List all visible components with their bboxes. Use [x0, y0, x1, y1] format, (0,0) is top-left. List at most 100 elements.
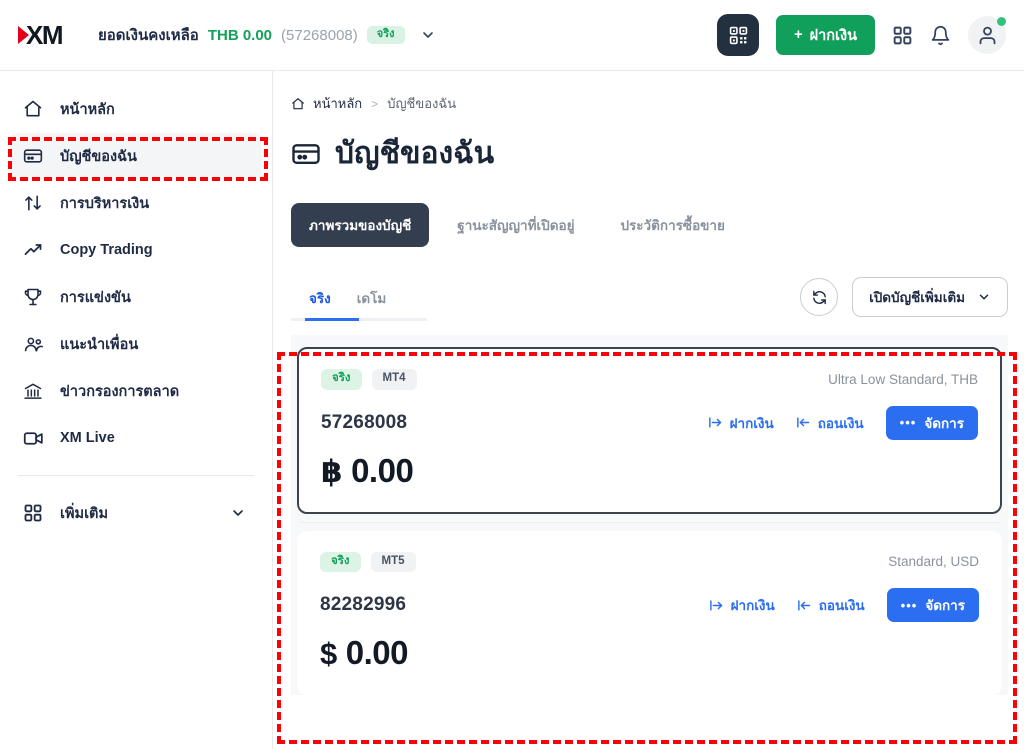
sidebar-item-refer-a-friend[interactable]: แนะนำเพื่อน: [10, 321, 262, 367]
trophy-icon: [22, 287, 44, 307]
account-balance: ฿ 0.00: [321, 452, 978, 490]
notification-bell-icon[interactable]: [930, 25, 951, 46]
sidebar-item-competitions[interactable]: การแข่งขัน: [10, 274, 262, 320]
transfer-arrows-icon: [22, 193, 44, 213]
sidebar-item-more[interactable]: เพิ่มเติม: [10, 490, 262, 536]
account-number-row: 57268008 ฝากเงิน ถอนเงิน ••• จัดการ: [321, 405, 978, 440]
account-card[interactable]: จริง MT5 Standard, USD 82282996 ฝากเงิน: [297, 530, 1002, 695]
subtab-demo[interactable]: เดโม: [357, 287, 387, 321]
balance-label: ยอดเงินคงเหลือ: [98, 27, 199, 44]
qr-code-icon[interactable]: [717, 14, 760, 56]
manage-button-label: จัดการ: [925, 598, 965, 613]
deposit-link-label: ฝากเงิน: [730, 598, 775, 613]
subtab-group: จริง เดโม: [291, 287, 427, 321]
arrow-out-icon: [797, 598, 812, 613]
credit-card-icon: [22, 146, 44, 166]
ellipsis-icon: •••: [899, 415, 917, 430]
tab-bar: ภาพรวมของบัญชี ฐานะสัญญาที่เปิดอยู่ ประว…: [291, 203, 1008, 247]
account-actions: ฝากเงิน ถอนเงิน ••• จัดการ: [709, 588, 979, 622]
breadcrumb: หน้าหลัก > บัญชีของฉัน: [291, 93, 1008, 114]
sidebar-item-label: Copy Trading: [60, 242, 153, 258]
subtab-active-indicator: [305, 318, 359, 321]
sidebar-item-home[interactable]: หน้าหลัก: [10, 86, 262, 132]
balance-account-badge: จริง: [366, 26, 405, 44]
account-number: 57268008: [321, 411, 408, 433]
subtab-row: จริง เดโม เปิดบัญชีเพิ่มเติม: [291, 277, 1008, 321]
arrow-out-icon: [796, 415, 811, 430]
manage-button[interactable]: ••• จัดการ: [885, 405, 978, 440]
plus-icon: +: [794, 27, 803, 43]
account-number: 82282996: [320, 594, 407, 615]
sidebar-item-label: การบริหารเงิน: [60, 195, 150, 212]
account-actions: ฝากเงิน ถอนเงิน ••• จัดการ: [708, 405, 978, 440]
withdraw-link[interactable]: ถอนเงิน: [796, 412, 864, 434]
sidebar-item-label: การแข่งขัน: [60, 289, 131, 306]
balance-amount: THB 0.00: [207, 26, 273, 44]
account-number-row: 82282996 ฝากเงิน ถอนเงิน ••• จัดการ: [320, 588, 979, 622]
sidebar-item-label: บัญชีของฉัน: [60, 148, 137, 165]
video-camera-icon: [22, 428, 44, 449]
arrow-into-icon: [708, 415, 723, 430]
sidebar-item-label: XM Live: [60, 430, 115, 446]
deposit-link[interactable]: ฝากเงิน: [708, 412, 774, 434]
deposit-link[interactable]: ฝากเงิน: [709, 594, 775, 616]
xm-logo[interactable]: XM: [18, 20, 64, 50]
app-root: XM ยอดเงินคงเหลือ THB 0.00 (57268008) จร…: [0, 0, 1024, 749]
chevron-down-icon: [230, 505, 246, 521]
sidebar-item-copy-trading[interactable]: Copy Trading: [10, 227, 262, 273]
open-account-label: เปิดบัญชีเพิ่มเติม: [869, 290, 965, 305]
breadcrumb-home[interactable]: หน้าหลัก: [291, 93, 362, 114]
account-card[interactable]: จริง MT4 Ultra Low Standard, THB 5726800…: [297, 347, 1002, 514]
open-additional-account-button[interactable]: เปิดบัญชีเพิ่มเติม: [852, 277, 1008, 317]
card-separator: [299, 521, 1000, 523]
balance-value: 0.00: [345, 634, 409, 671]
tab-open-positions[interactable]: ฐานะสัญญาที่เปิดอยู่: [439, 203, 592, 247]
avatar[interactable]: [968, 16, 1006, 54]
sidebar-item-market-intelligence[interactable]: ข่าวกรองการตลาด: [10, 368, 262, 414]
deposit-button[interactable]: + ฝากเงิน: [776, 15, 875, 55]
top-header: XM ยอดเงินคงเหลือ THB 0.00 (57268008) จร…: [0, 0, 1024, 71]
account-card-header: จริง MT4 Ultra Low Standard, THB: [321, 369, 978, 390]
tab-account-overview[interactable]: ภาพรวมของบัญชี: [291, 203, 430, 247]
breadcrumb-current: บัญชีของฉัน: [387, 96, 457, 111]
chevron-down-icon: [977, 290, 991, 304]
account-type-badge: จริง: [321, 369, 362, 390]
sidebar-item-label: แนะนำเพื่อน: [60, 336, 139, 353]
chevron-down-icon[interactable]: [420, 27, 436, 43]
withdraw-link-label: ถอนเงิน: [818, 598, 865, 613]
account-type-badge: จริง: [320, 551, 361, 572]
home-icon: [291, 97, 305, 111]
sidebar-item-funds-management[interactable]: การบริหารเงิน: [10, 180, 262, 226]
logo-text: XM: [26, 20, 64, 50]
page-title: บัญชีของฉัน: [291, 130, 1008, 177]
manage-button[interactable]: ••• จัดการ: [886, 588, 979, 622]
page-title-text: บัญชีของฉัน: [335, 137, 495, 170]
balance-account-number: (57268008): [281, 26, 358, 44]
account-product-label: Ultra Low Standard, THB: [828, 371, 978, 387]
sidebar-item-xm-live[interactable]: XM Live: [10, 415, 262, 461]
sidebar: หน้าหลัก บัญชีของฉัน การบริหารเงิน Copy …: [0, 71, 273, 749]
account-card-header: จริง MT5 Standard, USD: [320, 551, 979, 572]
withdraw-link[interactable]: ถอนเงิน: [797, 594, 865, 616]
arrow-into-icon: [709, 598, 724, 613]
sidebar-item-my-accounts[interactable]: บัญชีของฉัน: [10, 133, 262, 179]
account-platform-badge: MT5: [370, 551, 416, 572]
sidebar-divider: [18, 475, 254, 476]
trend-up-icon: [22, 240, 44, 260]
tab-trading-history[interactable]: ประวัติการซื้อขาย: [602, 203, 742, 247]
apps-grid-icon[interactable]: [892, 25, 913, 46]
refresh-icon[interactable]: [800, 278, 839, 316]
withdraw-link-label: ถอนเงิน: [817, 415, 864, 431]
main-content: หน้าหลัก > บัญชีของฉัน บัญชีของฉัน ภาพรว…: [273, 71, 1024, 749]
account-product-label: Standard, USD: [888, 554, 979, 570]
header-balance[interactable]: ยอดเงินคงเหลือ THB 0.00 (57268008) จริง: [98, 23, 436, 47]
manage-button-label: จัดการ: [924, 415, 964, 431]
breadcrumb-home-label: หน้าหลัก: [313, 96, 363, 111]
ellipsis-icon: •••: [900, 597, 918, 613]
subtab-actions: เปิดบัญชีเพิ่มเติม: [800, 277, 1008, 321]
sidebar-item-label: หน้าหลัก: [60, 101, 115, 118]
people-group-icon: [22, 334, 44, 355]
header-actions: + ฝากเงิน: [717, 14, 1006, 56]
subtab-real[interactable]: จริง: [309, 287, 331, 321]
bank-institution-icon: [22, 381, 44, 401]
